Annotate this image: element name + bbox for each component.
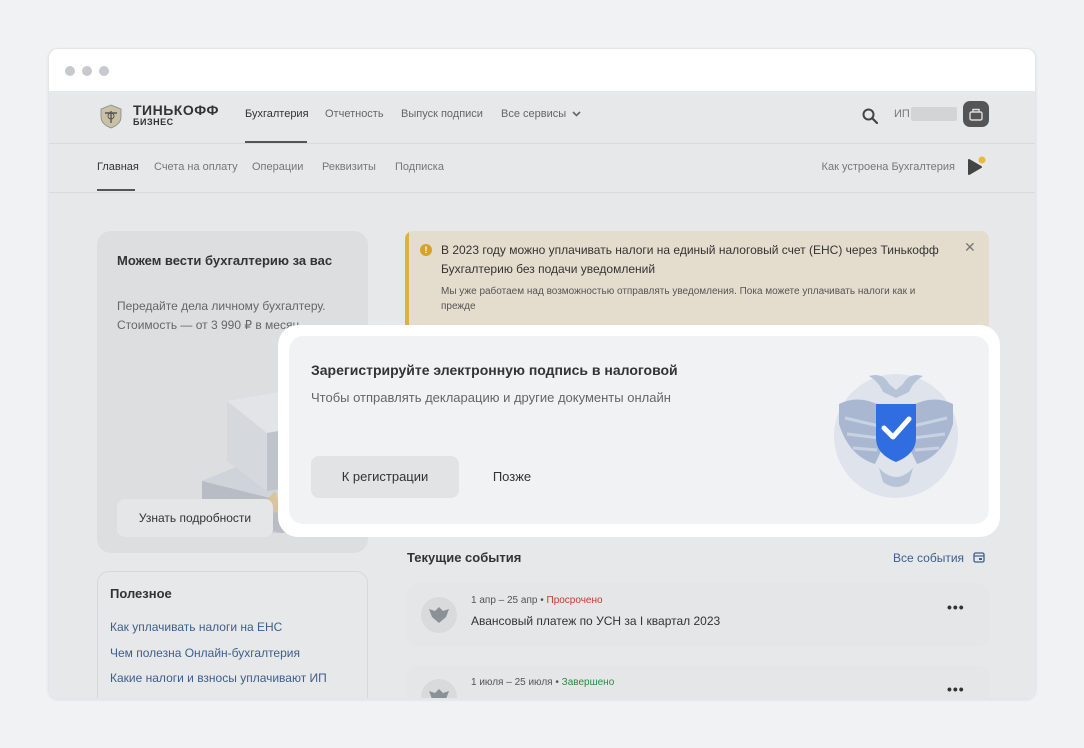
alert-accent-bar	[405, 231, 409, 331]
event-separator: •	[537, 595, 547, 606]
user-name[interactable]: ИП	[894, 108, 910, 120]
modal-text: Чтобы отправлять декларацию и другие док…	[311, 390, 671, 405]
event-card[interactable]: 1 июля – 25 июля • Завершено •••	[407, 665, 989, 698]
tab-requisites[interactable]: Реквизиты	[322, 161, 376, 173]
event-dates: 1 июля – 25 июля	[471, 677, 553, 688]
events-title: Текущие события	[407, 550, 522, 565]
shield-check-icon	[834, 374, 958, 498]
event-card[interactable]: 1 апр – 25 апр • Просрочено Авансовый пл…	[407, 583, 989, 647]
app-content: ТИНЬКОФФ БИЗНЕС Бухгалтерия Отчетность В…	[49, 91, 1035, 698]
tab-active-indicator	[97, 189, 135, 191]
nav-all-services[interactable]: Все сервисы	[501, 108, 581, 120]
logo-title: ТИНЬКОФФ	[133, 102, 219, 118]
event-separator: •	[552, 677, 562, 688]
how-it-works-link[interactable]: Как устроена Бухгалтерия	[822, 161, 955, 173]
warning-icon: !	[420, 244, 432, 256]
register-button[interactable]: К регистрации	[311, 456, 459, 498]
logo-subtitle: БИЗНЕС	[133, 117, 174, 127]
window-dot-maximize[interactable]	[99, 66, 109, 76]
status-badge: Просрочено	[546, 595, 603, 606]
tab-subscription[interactable]: Подписка	[395, 161, 444, 173]
logo-emblem-icon[interactable]	[97, 103, 125, 129]
event-meta: 1 июля – 25 июля • Завершено	[471, 677, 614, 688]
useful-link-ens[interactable]: Как уплачивать налоги на ЕНС	[110, 620, 282, 634]
later-button[interactable]: Позже	[475, 456, 549, 498]
learn-more-button[interactable]: Узнать подробности	[117, 499, 273, 537]
more-menu-icon[interactable]: •••	[947, 681, 965, 697]
window-dot-minimize[interactable]	[82, 66, 92, 76]
useful-links-card: Полезное Как уплачивать налоги на ЕНС Че…	[97, 571, 368, 698]
modal-title: Зарегистрируйте электронную подпись в на…	[311, 362, 678, 378]
eagle-emblem-icon	[421, 679, 457, 698]
nav-accounting[interactable]: Бухгалтерия	[245, 108, 309, 120]
user-name-redacted	[911, 107, 957, 121]
status-badge: Завершено	[561, 677, 615, 688]
alert-title: В 2023 году можно уплачивать налоги на е…	[441, 243, 939, 276]
modal-frame: Зарегистрируйте электронную подпись в на…	[278, 325, 1000, 537]
useful-link-taxes-ip[interactable]: Какие налоги и взносы уплачивают ИП	[110, 671, 327, 685]
tab-operations[interactable]: Операции	[252, 161, 303, 173]
event-meta: 1 апр – 25 апр • Просрочено	[471, 595, 603, 606]
promo-title: Можем вести бухгалтерию за вас	[117, 253, 333, 268]
briefcase-icon	[969, 108, 983, 121]
tab-invoices[interactable]: Счета на оплату	[154, 161, 238, 173]
ens-alert: ! В 2023 году можно уплачивать налоги на…	[405, 231, 989, 331]
useful-link-online-accounting[interactable]: Чем полезна Онлайн-бухгалтерия	[110, 646, 300, 660]
user-avatar[interactable]	[963, 101, 989, 127]
sub-nav: Главная Счета на оплату Операции Реквизи…	[49, 144, 1035, 192]
nav-reporting[interactable]: Отчетность	[325, 108, 384, 120]
nav-all-services-label: Все сервисы	[501, 108, 567, 120]
more-menu-icon[interactable]: •••	[947, 599, 965, 615]
event-dates: 1 апр – 25 апр	[471, 595, 538, 606]
tab-home[interactable]: Главная	[97, 161, 139, 173]
window-dot-close[interactable]	[65, 66, 75, 76]
top-nav: ТИНЬКОФФ БИЗНЕС Бухгалтерия Отчетность В…	[49, 91, 1035, 143]
alert-text: Мы уже работаем над возможностью отправл…	[441, 286, 916, 312]
chevron-down-icon	[572, 111, 581, 117]
browser-window: ТИНЬКОФФ БИЗНЕС Бухгалтерия Отчетность В…	[48, 48, 1036, 699]
all-events-link[interactable]: Все события	[893, 551, 964, 565]
window-titlebar	[49, 49, 1035, 91]
subnav-divider	[49, 192, 1035, 193]
search-icon[interactable]	[861, 107, 879, 125]
useful-title: Полезное	[110, 586, 172, 601]
signature-registration-modal: Зарегистрируйте электронную подпись в на…	[289, 336, 989, 524]
calendar-icon[interactable]	[973, 551, 985, 563]
play-icon[interactable]	[965, 156, 987, 178]
eagle-emblem-icon	[421, 597, 457, 633]
close-icon[interactable]: ✕	[964, 239, 976, 256]
event-title: Авансовый платеж по УСН за I квартал 202…	[471, 614, 721, 628]
nav-signature-issue[interactable]: Выпуск подписи	[401, 108, 483, 120]
